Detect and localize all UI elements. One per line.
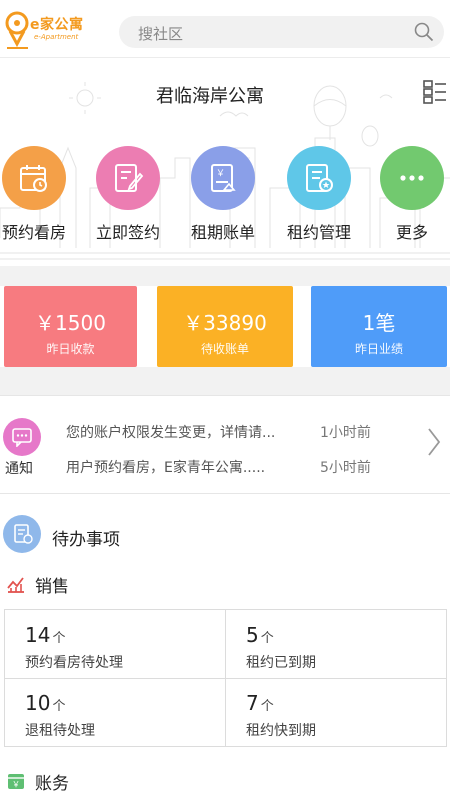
stat-label: 待收账单 bbox=[200, 342, 249, 356]
sales-stats-grid: 14 个 预约看房待处理 5个 租约已到期 10 个 退租待处理 7个 租约快到期 bbox=[4, 609, 447, 747]
stat-value: ￥1500 bbox=[35, 311, 106, 335]
app-screen: e家公寓 e-Apartment 搜社区 君临海岸公寓 预约看房 立即签约 ￥ … bbox=[0, 0, 450, 800]
community-title: 君临海岸公寓 bbox=[156, 86, 264, 107]
sales-cell-pending-checkout[interactable]: 10 个 退租待处理 bbox=[5, 678, 226, 746]
lease-manage-icon bbox=[287, 146, 351, 210]
stat-label: 昨日收款 bbox=[46, 342, 95, 356]
notice-item-text[interactable]: 您的账户权限发生变更，详情请... bbox=[66, 422, 275, 442]
sales-chart-icon bbox=[7, 577, 24, 593]
sales-cell-expired-leases[interactable]: 5个 租约已到期 bbox=[226, 610, 447, 678]
quick-action-label: 预约看房 bbox=[1, 223, 66, 242]
sign-contract-icon bbox=[96, 146, 160, 210]
cell-label: 预约看房待处理 bbox=[25, 655, 123, 671]
location-pin-icon bbox=[5, 11, 29, 49]
search-input[interactable]: 搜社区 bbox=[119, 16, 444, 48]
quick-action-sign-now[interactable]: 立即签约 bbox=[84, 146, 172, 243]
cell-count: 10 个 bbox=[25, 691, 66, 715]
notice-item-time: 1小时前 bbox=[320, 425, 371, 441]
stat-value: 1笔 bbox=[362, 311, 396, 335]
cell-count: 14 个 bbox=[25, 623, 66, 647]
quick-action-label: 租约管理 bbox=[286, 223, 351, 242]
app-logo[interactable]: e家公寓 e-Apartment bbox=[4, 10, 114, 50]
notice-label: 通知 bbox=[5, 461, 33, 477]
section-divider bbox=[0, 367, 450, 395]
finance-wallet-icon: ￥ bbox=[8, 774, 24, 789]
quick-action-lease-management[interactable]: 租约管理 bbox=[275, 146, 363, 243]
quick-action-label: 租期账单 bbox=[190, 223, 255, 242]
list-grid-icon[interactable] bbox=[423, 80, 447, 104]
todo-section-title: 待办事项 bbox=[52, 530, 120, 550]
stats-row: ￥1500 昨日收款 ￥33890 待收账单 1笔 昨日业绩 bbox=[0, 286, 450, 367]
cell-count: 7个 bbox=[246, 691, 274, 715]
section-divider bbox=[0, 266, 450, 286]
notice-item-time: 5小时前 bbox=[320, 460, 371, 476]
quick-action-rent-bill[interactable]: ￥ 租期账单 bbox=[179, 146, 267, 243]
stat-card-pending-bills[interactable]: ￥33890 待收账单 bbox=[157, 286, 293, 367]
calendar-icon bbox=[2, 146, 66, 210]
finance-section-title: 账务 bbox=[35, 774, 69, 794]
quick-action-label: 立即签约 bbox=[95, 223, 160, 242]
svg-text:￥: ￥ bbox=[12, 780, 20, 789]
top-bar: e家公寓 e-Apartment 搜社区 bbox=[0, 0, 450, 58]
community-banner: 君临海岸公寓 预约看房 立即签约 ￥ 租期账单 租约管理 更多 bbox=[0, 58, 450, 266]
notice-item-text[interactable]: 用户预约看房，E家青年公寓..... bbox=[66, 457, 265, 477]
notification-panel[interactable]: 通知 您的账户权限发生变更，详情请... 1小时前 用户预约看房，E家青年公寓.… bbox=[0, 395, 450, 494]
logo-name: e家公寓 bbox=[30, 17, 84, 33]
more-icon bbox=[380, 146, 444, 210]
search-icon[interactable] bbox=[414, 22, 434, 42]
todo-icon bbox=[3, 515, 41, 553]
quick-action-label: 更多 bbox=[395, 223, 428, 242]
stat-card-yesterday-performance[interactable]: 1笔 昨日业绩 bbox=[311, 286, 447, 367]
message-icon bbox=[3, 418, 41, 456]
quick-action-book-viewing[interactable]: 预约看房 bbox=[0, 146, 78, 243]
logo-subtitle: e-Apartment bbox=[34, 33, 79, 41]
cell-label: 租约快到期 bbox=[246, 723, 316, 739]
chevron-right-icon[interactable] bbox=[426, 426, 442, 458]
sales-cell-pending-viewings[interactable]: 14 个 预约看房待处理 bbox=[5, 610, 226, 678]
bill-icon: ￥ bbox=[191, 146, 255, 210]
sales-section-title: 销售 bbox=[35, 577, 69, 597]
cell-count: 5个 bbox=[246, 623, 274, 647]
cell-label: 退租待处理 bbox=[25, 723, 95, 739]
stat-value: ￥33890 bbox=[183, 311, 267, 335]
sales-cell-expiring-leases[interactable]: 7个 租约快到期 bbox=[226, 678, 447, 746]
quick-action-more[interactable]: 更多 bbox=[368, 146, 450, 243]
svg-text:￥: ￥ bbox=[216, 169, 225, 179]
search-placeholder: 搜社区 bbox=[138, 25, 184, 43]
stat-card-yesterday-received[interactable]: ￥1500 昨日收款 bbox=[4, 286, 137, 367]
cell-label: 租约已到期 bbox=[246, 655, 316, 671]
stat-label: 昨日业绩 bbox=[354, 342, 403, 356]
